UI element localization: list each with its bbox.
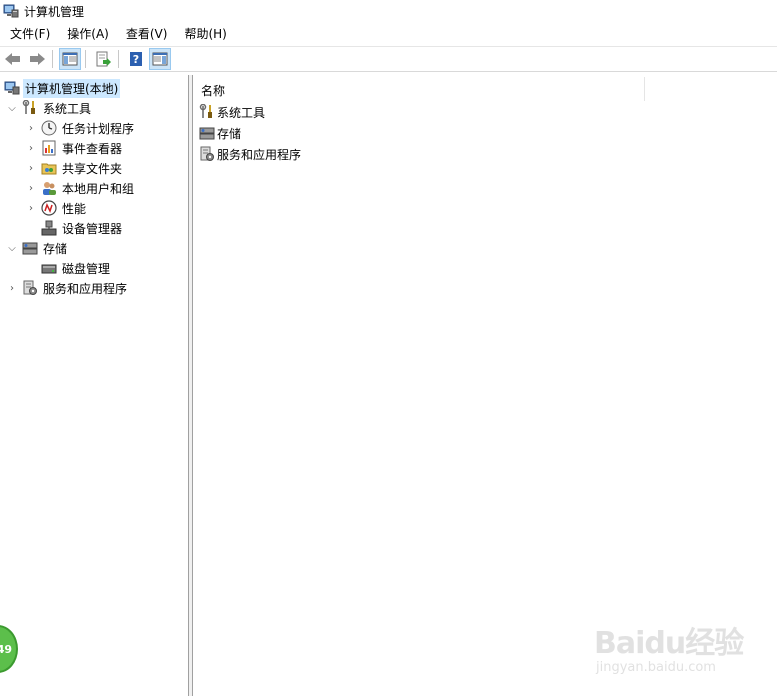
computer-management-icon <box>4 80 20 96</box>
chevron-right-icon[interactable]: › <box>25 198 37 218</box>
tree-item-label: 系统工具 <box>43 101 92 116</box>
results-pane: 名称 系统工具 存储 服务和应用程序 <box>193 75 777 696</box>
tree-item-label: 任务计划程序 <box>62 121 135 136</box>
computer-management-icon <box>3 3 19 19</box>
step-badge: 49 <box>0 625 18 673</box>
menu-action[interactable]: 操作(A) <box>58 23 117 45</box>
shared-folder-icon <box>41 160 57 176</box>
menu-bar: 文件(F) 操作(A) 查看(V) 帮助(H) <box>0 23 777 45</box>
chevron-right-icon[interactable]: › <box>25 118 37 138</box>
tree-item-label: 计算机管理(本地) <box>23 78 121 98</box>
toolbar-separator <box>52 50 53 68</box>
device-manager-icon <box>41 220 57 236</box>
toolbar: ? <box>0 46 777 72</box>
list-item-label: 存储 <box>217 126 242 141</box>
show-hide-action-pane-button[interactable] <box>149 48 171 70</box>
title-bar: 计算机管理 <box>0 0 777 22</box>
watermark-url: jingyan.baidu.com <box>596 660 716 675</box>
tree-item-performance[interactable]: › 性能 <box>25 198 88 218</box>
tree-item-services-applications[interactable]: › 服务和应用程序 <box>6 278 129 298</box>
column-header-name[interactable]: 名称 <box>201 82 225 99</box>
tree-item-label: 事件查看器 <box>62 141 123 156</box>
menu-view[interactable]: 查看(V) <box>117 23 176 45</box>
list-item[interactable]: 服务和应用程序 <box>199 144 301 164</box>
chevron-right-icon[interactable]: › <box>25 138 37 158</box>
tree-item-label: 本地用户和组 <box>62 181 135 196</box>
watermark-logo-text: Baidu经验 <box>594 626 744 661</box>
show-hide-tree-button[interactable] <box>59 48 81 70</box>
export-list-button[interactable] <box>92 48 114 70</box>
tree-item-label: 性能 <box>62 201 87 216</box>
tree-item-device-manager[interactable]: 设备管理器 <box>37 218 124 238</box>
users-icon <box>41 180 57 196</box>
storage-icon <box>22 240 38 256</box>
disk-icon <box>41 260 57 276</box>
tree-item-task-scheduler[interactable]: › 任务计划程序 <box>25 118 136 138</box>
tree-item-label: 存储 <box>43 241 68 256</box>
toolbar-separator <box>85 50 86 68</box>
show-hide-action-pane-icon <box>152 52 168 66</box>
chevron-down-icon[interactable]: ⌵ <box>6 238 18 258</box>
baidu-watermark: Baidu经验 jingyan.baidu.com <box>594 612 744 684</box>
tree-item-event-viewer[interactable]: › 事件查看器 <box>25 138 124 158</box>
back-icon <box>5 53 20 65</box>
performance-icon <box>41 200 57 216</box>
help-icon: ? <box>130 52 142 66</box>
services-icon <box>22 280 38 296</box>
menu-file[interactable]: 文件(F) <box>0 23 58 45</box>
chevron-right-icon[interactable]: › <box>25 158 37 178</box>
tree-item-local-users-groups[interactable]: › 本地用户和组 <box>25 178 136 198</box>
tools-icon <box>199 103 215 120</box>
column-header-row: 名称 <box>193 75 777 101</box>
storage-icon <box>199 125 215 141</box>
back-button[interactable] <box>2 48 24 70</box>
list-item-label: 系统工具 <box>217 105 266 120</box>
services-icon <box>199 146 215 162</box>
chevron-down-icon[interactable]: ⌵ <box>6 98 18 118</box>
tree-item-label: 共享文件夹 <box>62 161 123 176</box>
list-item[interactable]: 存储 <box>199 123 241 143</box>
forward-button[interactable] <box>26 48 48 70</box>
menu-help[interactable]: 帮助(H) <box>175 23 234 45</box>
tree-item-computer-management[interactable]: 计算机管理(本地) <box>0 78 121 98</box>
tree-item-shared-folders[interactable]: › 共享文件夹 <box>25 158 124 178</box>
tree-item-label: 服务和应用程序 <box>43 281 128 296</box>
tree-item-label: 磁盘管理 <box>62 261 111 276</box>
tree-item-label: 设备管理器 <box>62 221 123 236</box>
tools-icon <box>22 99 38 116</box>
toolbar-separator <box>118 50 119 68</box>
list-item[interactable]: 系统工具 <box>199 102 265 122</box>
forward-icon <box>30 53 45 65</box>
tree-item-storage[interactable]: ⌵ 存储 <box>6 238 69 258</box>
console-tree: 计算机管理(本地) ⌵ 系统工具 › 任务计划程序 › 事件查看器 › 共享文件… <box>0 75 189 696</box>
tree-item-disk-management[interactable]: 磁盘管理 <box>37 258 112 278</box>
tree-item-system-tools[interactable]: ⌵ 系统工具 <box>6 98 93 118</box>
show-hide-tree-icon <box>62 52 78 66</box>
window-title: 计算机管理 <box>24 4 85 19</box>
column-divider[interactable] <box>644 77 645 101</box>
help-button[interactable]: ? <box>125 48 147 70</box>
chevron-right-icon[interactable]: › <box>6 278 18 298</box>
chevron-right-icon[interactable]: › <box>25 178 37 198</box>
list-item-label: 服务和应用程序 <box>217 147 302 162</box>
svg-text:?: ? <box>133 53 139 66</box>
clock-icon <box>41 120 57 136</box>
event-viewer-icon <box>41 140 57 156</box>
export-list-icon <box>96 51 111 67</box>
